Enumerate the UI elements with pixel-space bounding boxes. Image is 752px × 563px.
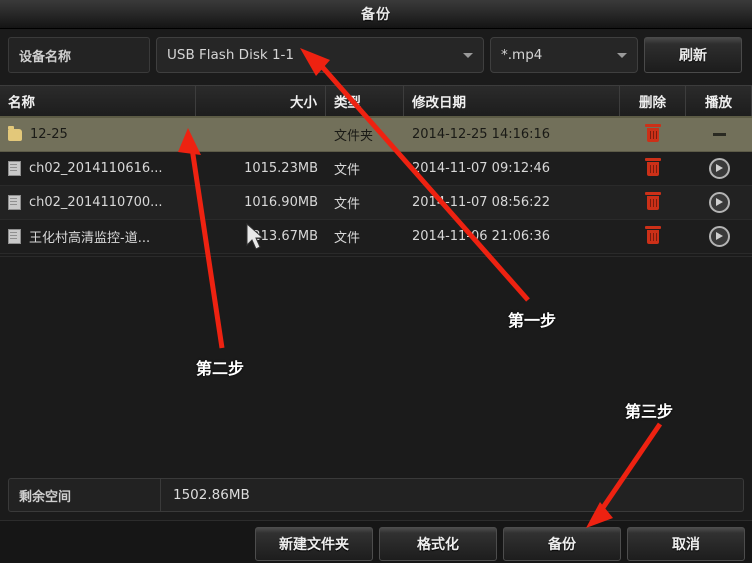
table-header-row: 名称 大小 类型 修改日期 删除 播放 (0, 85, 752, 118)
cell-play[interactable] (686, 186, 752, 219)
cell-size (196, 118, 326, 151)
cell-date: 2014-11-06 21:06:36 (412, 229, 551, 244)
cell-delete[interactable] (620, 186, 686, 219)
cell-size: 1015.23MB (244, 161, 318, 176)
table-row[interactable]: 王化村高清监控-道... 213.67MB 文件 2014-11-06 21:0… (0, 220, 752, 254)
window-title: 备份 (361, 7, 391, 23)
trash-icon[interactable] (645, 225, 661, 244)
cell-play[interactable] (686, 220, 752, 253)
cell-size: 1016.90MB (244, 195, 318, 210)
play-icon[interactable] (708, 192, 730, 213)
cell-date: 2014-11-07 08:56:22 (412, 195, 551, 210)
file-name: 王化村高清监控-道... (29, 231, 151, 246)
device-select[interactable]: USB Flash Disk 1-1 (156, 37, 484, 73)
file-name: 12-25 (30, 127, 68, 142)
cell-type: 文件 (334, 231, 361, 246)
table-row[interactable]: 12-25 文件夹 2014-12-25 14:16:16 (0, 118, 752, 152)
file-icon (8, 229, 21, 244)
cell-delete[interactable] (620, 118, 686, 151)
column-header-type[interactable]: 类型 (326, 86, 404, 116)
cell-delete[interactable] (620, 152, 686, 185)
cancel-button[interactable]: 取消 (627, 527, 745, 561)
play-icon[interactable] (708, 158, 730, 179)
device-bar: 设备名称 USB Flash Disk 1-1 *.mp4 刷新 (8, 37, 744, 73)
cell-name: 12-25 (0, 118, 196, 151)
file-name: ch02_2014110700... (29, 195, 163, 210)
cell-type: 文件夹 (334, 129, 374, 144)
chevron-down-icon (463, 53, 473, 58)
device-name-label: 设备名称 (8, 37, 150, 73)
trash-icon[interactable] (645, 191, 661, 210)
column-header-delete[interactable]: 删除 (620, 86, 686, 116)
dash-icon (712, 133, 726, 136)
cell-name: ch02_2014110700... (0, 186, 196, 219)
cell-type: 文件 (334, 163, 361, 178)
backup-dialog: 备份 设备名称 USB Flash Disk 1-1 *.mp4 刷新 名称 大… (0, 0, 752, 563)
file-type-select-value: *.mp4 (501, 47, 543, 63)
cell-size: 213.67MB (252, 229, 318, 244)
format-button[interactable]: 格式化 (379, 527, 497, 561)
file-list-empty-area (0, 256, 752, 471)
cell-play[interactable] (686, 152, 752, 185)
column-header-date[interactable]: 修改日期 (404, 86, 620, 116)
cell-play (686, 118, 752, 151)
new-folder-button[interactable]: 新建文件夹 (255, 527, 373, 561)
cell-date: 2014-11-07 09:12:46 (412, 161, 551, 176)
file-icon (8, 195, 21, 210)
cell-name: ch02_2014110616... (0, 152, 196, 185)
window-titlebar: 备份 (0, 0, 752, 29)
folder-icon (8, 125, 22, 141)
cell-type: 文件 (334, 197, 361, 212)
cell-date: 2014-12-25 14:16:16 (412, 127, 551, 142)
table-row[interactable]: ch02_2014110616... 1015.23MB 文件 2014-11-… (0, 152, 752, 186)
footer-bar: 新建文件夹 格式化 备份 取消 (0, 520, 752, 563)
cell-name: 王化村高清监控-道... (0, 220, 196, 253)
file-icon (8, 161, 21, 176)
column-header-name[interactable]: 名称 (0, 86, 196, 116)
free-space-label: 剩余空间 (9, 479, 161, 511)
free-space-value: 1502.86MB (173, 487, 250, 503)
column-header-size[interactable]: 大小 (196, 86, 326, 116)
cell-delete[interactable] (620, 220, 686, 253)
trash-icon[interactable] (645, 157, 661, 176)
device-select-value: USB Flash Disk 1-1 (167, 47, 295, 63)
refresh-button[interactable]: 刷新 (644, 37, 742, 73)
table-row[interactable]: ch02_2014110700... 1016.90MB 文件 2014-11-… (0, 186, 752, 220)
chevron-down-icon (617, 53, 627, 58)
file-type-select[interactable]: *.mp4 (490, 37, 638, 73)
trash-icon[interactable] (645, 123, 661, 142)
column-header-play[interactable]: 播放 (686, 86, 752, 116)
play-icon[interactable] (708, 226, 730, 247)
file-table: 名称 大小 类型 修改日期 删除 播放 12-25 文件夹 2014-12-25… (0, 85, 752, 254)
backup-button[interactable]: 备份 (503, 527, 621, 561)
free-space-row: 剩余空间 1502.86MB (8, 478, 744, 512)
file-name: ch02_2014110616... (29, 161, 163, 176)
